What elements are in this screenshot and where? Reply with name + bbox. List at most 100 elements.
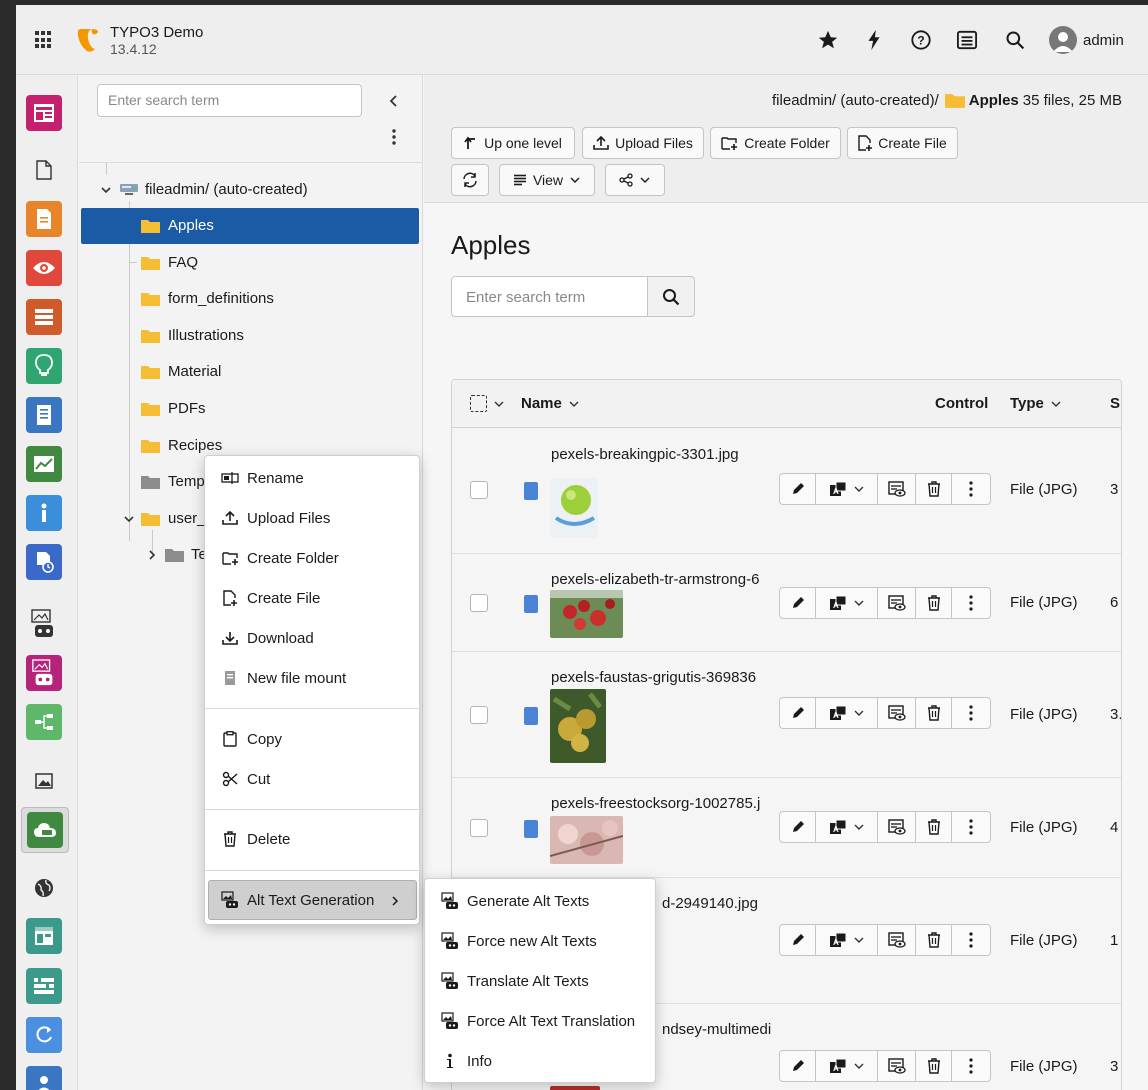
edit-pencil-icon[interactable]	[780, 698, 816, 728]
column-name[interactable]: Name	[521, 395, 580, 412]
system-info-icon[interactable]	[955, 28, 979, 52]
delete-trash-icon[interactable]	[916, 925, 952, 955]
more-actions-icon[interactable]	[952, 698, 990, 728]
tree-item-faq[interactable]: FAQ	[79, 245, 423, 281]
tree-item-pdfs[interactable]: PDFs	[79, 391, 423, 427]
web-page-module-icon[interactable]	[26, 95, 62, 131]
more-options-icon[interactable]	[384, 127, 404, 147]
up-one-level-button[interactable]: Up one level	[451, 127, 575, 159]
delete-trash-icon[interactable]	[916, 474, 952, 504]
menu-item-upload-files[interactable]: Upload Files	[205, 498, 421, 538]
menu-item-alt-text-generation[interactable]: Alt Text Generation	[208, 880, 417, 920]
file-search-input[interactable]: Enter search term	[451, 276, 648, 317]
create-file-button[interactable]: Create File	[847, 127, 958, 159]
site-module-icon[interactable]	[26, 918, 62, 954]
menu-item-delete[interactable]: Delete	[205, 819, 421, 859]
table-row[interactable]: pexels-faustas-grigutis-369836 A File (J…	[452, 652, 1121, 778]
delete-trash-icon[interactable]	[916, 1051, 952, 1081]
create-folder-button[interactable]: Create Folder	[710, 127, 841, 159]
lightbulb-module-icon[interactable]	[26, 348, 62, 384]
file-name-link[interactable]: d-2949140.jpg	[662, 895, 884, 912]
menu-item-download[interactable]: Download	[205, 618, 421, 658]
submenu-item-generate-alt-texts[interactable]: Generate Alt Texts	[425, 881, 657, 921]
chevron-down-icon[interactable]	[100, 184, 112, 196]
menu-item-new-file-mount[interactable]: New file mount	[205, 658, 421, 698]
view-dropdown-button[interactable]: View	[499, 164, 595, 196]
file-name-link[interactable]: pexels-elizabeth-tr-armstrong-6	[551, 571, 773, 588]
share-dropdown-button[interactable]	[605, 164, 665, 196]
file-name-link[interactable]: pexels-freestocksorg-1002785.j	[551, 795, 773, 812]
reload-button[interactable]	[451, 164, 489, 196]
menu-item-create-file[interactable]: Create File	[205, 578, 421, 618]
typo3-logo[interactable]	[74, 26, 102, 54]
image-thumbnail[interactable]	[550, 590, 623, 638]
show-info-icon[interactable]	[878, 925, 916, 955]
submenu-item-force-alt-text-translation[interactable]: Force Alt Text Translation	[425, 1001, 657, 1041]
show-info-icon[interactable]	[878, 1051, 916, 1081]
chevron-down-icon[interactable]	[123, 513, 135, 525]
info-module-icon[interactable]	[26, 495, 62, 531]
delete-trash-icon[interactable]	[916, 588, 952, 618]
image-thumbnail[interactable]	[550, 816, 623, 864]
table-row[interactable]: pexels-freestocksorg-1002785.j A File (J…	[452, 778, 1121, 878]
tree-root-fileadmin[interactable]: fileadmin/ (auto-created)	[79, 172, 423, 208]
show-info-icon[interactable]	[878, 474, 916, 504]
translate-dropdown[interactable]: A	[816, 925, 878, 955]
image-module-icon[interactable]	[26, 763, 62, 799]
collapse-chevron-left-icon[interactable]	[384, 91, 404, 111]
edit-pencil-icon[interactable]	[780, 474, 816, 504]
table-row[interactable]: pexels-breakingpic-3301.jpg A File (JPG)…	[452, 428, 1121, 554]
translate-dropdown[interactable]: A	[816, 698, 878, 728]
edit-pencil-icon[interactable]	[780, 925, 816, 955]
history-module-icon[interactable]	[26, 544, 62, 580]
list-module-icon[interactable]	[26, 299, 62, 335]
filelist-module-active[interactable]	[21, 807, 69, 853]
column-type[interactable]: Type	[1010, 395, 1062, 412]
row-checkbox[interactable]	[470, 819, 488, 837]
select-all-checkbox[interactable]	[470, 395, 505, 412]
bookmark-star-icon[interactable]	[816, 28, 840, 52]
statistics-module-icon[interactable]	[26, 446, 62, 482]
flash-clear-cache-icon[interactable]	[862, 28, 886, 52]
user-avatar[interactable]	[1049, 26, 1077, 54]
more-actions-icon[interactable]	[952, 812, 990, 842]
ai-image-robot-module-icon[interactable]	[26, 655, 62, 691]
refresh-module-icon[interactable]	[26, 1017, 62, 1053]
submenu-item-translate-alt-texts[interactable]: Translate Alt Texts	[425, 961, 657, 1001]
row-checkbox[interactable]	[470, 706, 488, 724]
report-module-icon[interactable]	[26, 397, 62, 433]
translate-dropdown[interactable]: A	[816, 588, 878, 618]
menu-item-rename[interactable]: Rename	[205, 458, 421, 498]
tree-item-form-definitions[interactable]: form_definitions	[79, 281, 423, 317]
file-name-link[interactable]: ndsey-multimedi	[662, 1021, 884, 1038]
tree-item-material[interactable]: Material	[79, 354, 423, 390]
table-row[interactable]: pexels-elizabeth-tr-armstrong-6 A File (…	[452, 554, 1121, 652]
username[interactable]: admin	[1083, 32, 1124, 49]
delete-trash-icon[interactable]	[916, 812, 952, 842]
upload-files-button[interactable]: Upload Files	[582, 127, 704, 159]
file-name-link[interactable]: pexels-faustas-grigutis-369836	[551, 669, 773, 686]
row-checkbox[interactable]	[470, 481, 488, 499]
list-page-icon[interactable]	[26, 152, 62, 188]
show-info-icon[interactable]	[878, 588, 916, 618]
translate-dropdown[interactable]: A	[816, 812, 878, 842]
globe-icon[interactable]	[26, 870, 62, 906]
file-name-link[interactable]: pexels-breakingpic-3301.jpg	[551, 446, 773, 463]
edit-pencil-icon[interactable]	[780, 812, 816, 842]
sitemap-module-icon[interactable]	[26, 704, 62, 740]
show-info-icon[interactable]	[878, 698, 916, 728]
translate-dropdown[interactable]: A	[816, 1051, 878, 1081]
edit-pencil-icon[interactable]	[780, 1051, 816, 1081]
image-thumbnail[interactable]	[550, 1086, 600, 1090]
more-actions-icon[interactable]	[952, 1051, 990, 1081]
more-actions-icon[interactable]	[952, 925, 990, 955]
submenu-item-info[interactable]: Info	[425, 1041, 657, 1081]
help-icon[interactable]: ?	[909, 28, 933, 52]
app-menu-grid-icon[interactable]	[32, 28, 56, 52]
view-module-icon[interactable]	[26, 250, 62, 286]
menu-item-cut[interactable]: Cut	[205, 759, 421, 799]
image-thumbnail[interactable]	[550, 478, 598, 538]
more-actions-icon[interactable]	[952, 588, 990, 618]
column-size[interactable]: S	[1110, 395, 1120, 412]
menu-item-create-folder[interactable]: Create Folder	[205, 538, 421, 578]
